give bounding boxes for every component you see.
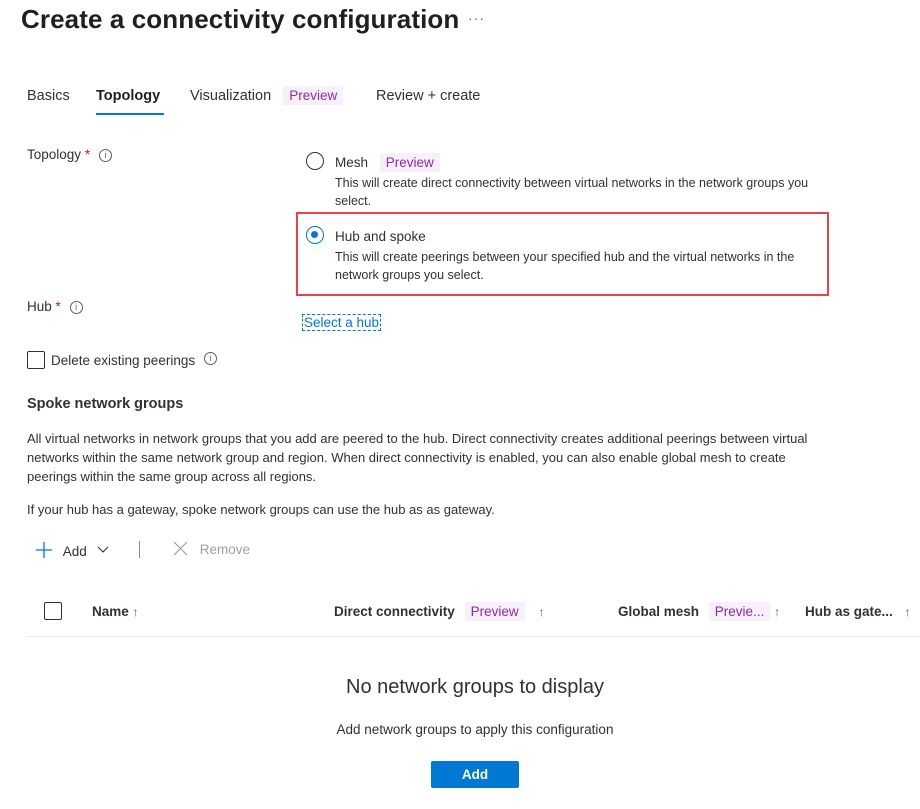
required-marker: * bbox=[84, 147, 91, 162]
chevron-down-icon bbox=[97, 546, 108, 553]
spoke-section-title: Spoke network groups bbox=[27, 396, 184, 412]
select-hub-link[interactable]: Select a hub bbox=[302, 314, 382, 331]
delete-peerings-checkbox[interactable] bbox=[27, 351, 45, 369]
preview-badge: Preview bbox=[379, 153, 440, 172]
mesh-radio[interactable] bbox=[306, 152, 324, 170]
close-icon bbox=[173, 541, 188, 556]
preview-badge: Previe... bbox=[708, 602, 771, 621]
column-label: Global mesh bbox=[618, 604, 700, 619]
sort-arrow-icon: ↑ bbox=[904, 605, 911, 619]
required-marker: * bbox=[55, 299, 61, 314]
info-icon[interactable]: i bbox=[98, 149, 112, 162]
column-header-name[interactable]: Name ↑ bbox=[92, 604, 139, 619]
hub-and-spoke-title[interactable]: Hub and spoke bbox=[335, 229, 426, 244]
mesh-description: This will create direct connectivity bet… bbox=[335, 176, 809, 208]
column-label: Hub as gate... bbox=[805, 604, 893, 619]
topology-label: Topology * i bbox=[27, 147, 112, 162]
page-title: Create a connectivity configuration bbox=[21, 4, 460, 34]
gateway-note: If your hub has a gateway, spoke network… bbox=[27, 502, 495, 517]
tab-topology[interactable]: Topology bbox=[96, 88, 160, 104]
column-label: Name bbox=[92, 604, 129, 619]
spoke-description: All virtual networks in network groups t… bbox=[27, 431, 808, 484]
hub-label: Hub * i bbox=[27, 299, 83, 314]
plus-icon bbox=[36, 542, 52, 558]
delete-peerings-text: Delete existing peerings bbox=[51, 353, 196, 368]
more-options-icon[interactable]: ··· bbox=[468, 10, 485, 26]
active-tab-indicator bbox=[96, 113, 164, 115]
sort-arrow-icon: ↑ bbox=[774, 605, 781, 619]
mesh-option-label[interactable]: Mesh Preview bbox=[335, 153, 440, 172]
add-network-groups-button[interactable]: Add bbox=[431, 761, 519, 788]
empty-state-subtitle: Add network groups to apply this configu… bbox=[336, 722, 614, 737]
empty-state-title: No network groups to display bbox=[346, 676, 604, 698]
remove-label: Remove bbox=[199, 542, 251, 557]
hub-label-text: Hub bbox=[27, 299, 52, 314]
add-label: Add bbox=[62, 544, 87, 559]
mesh-title: Mesh bbox=[335, 155, 369, 170]
preview-badge: Preview bbox=[464, 602, 525, 621]
table-header-divider bbox=[27, 636, 920, 637]
topology-label-text: Topology bbox=[27, 147, 82, 162]
tab-visualization[interactable]: Visualization Preview bbox=[190, 86, 344, 105]
info-icon[interactable]: i bbox=[203, 352, 217, 365]
tab-visualization-label: Visualization bbox=[190, 88, 272, 104]
info-icon[interactable]: i bbox=[69, 301, 83, 314]
column-header-direct-connectivity[interactable]: Direct connectivity Preview ↑ bbox=[334, 602, 545, 621]
hub-and-spoke-radio[interactable] bbox=[306, 226, 324, 244]
add-dropdown-button[interactable]: Add bbox=[35, 541, 109, 559]
toolbar-divider bbox=[139, 541, 140, 558]
preview-badge: Preview bbox=[283, 86, 344, 105]
delete-peerings-label: Delete existing peerings i bbox=[51, 352, 217, 368]
hub-and-spoke-description: This will create peerings between your s… bbox=[335, 250, 795, 282]
sort-arrow-icon: ↑ bbox=[538, 605, 545, 619]
remove-button[interactable]: Remove bbox=[173, 541, 250, 557]
sort-arrow-icon: ↑ bbox=[132, 605, 139, 619]
column-header-hub-as-gateway[interactable]: Hub as gate... ↑ bbox=[805, 604, 911, 619]
tab-basics[interactable]: Basics bbox=[27, 88, 70, 104]
tab-review-create[interactable]: Review + create bbox=[376, 88, 480, 104]
column-header-global-mesh[interactable]: Global mesh Previe... ↑ bbox=[618, 602, 781, 621]
select-all-checkbox[interactable] bbox=[44, 602, 62, 620]
column-label: Direct connectivity bbox=[334, 604, 455, 619]
